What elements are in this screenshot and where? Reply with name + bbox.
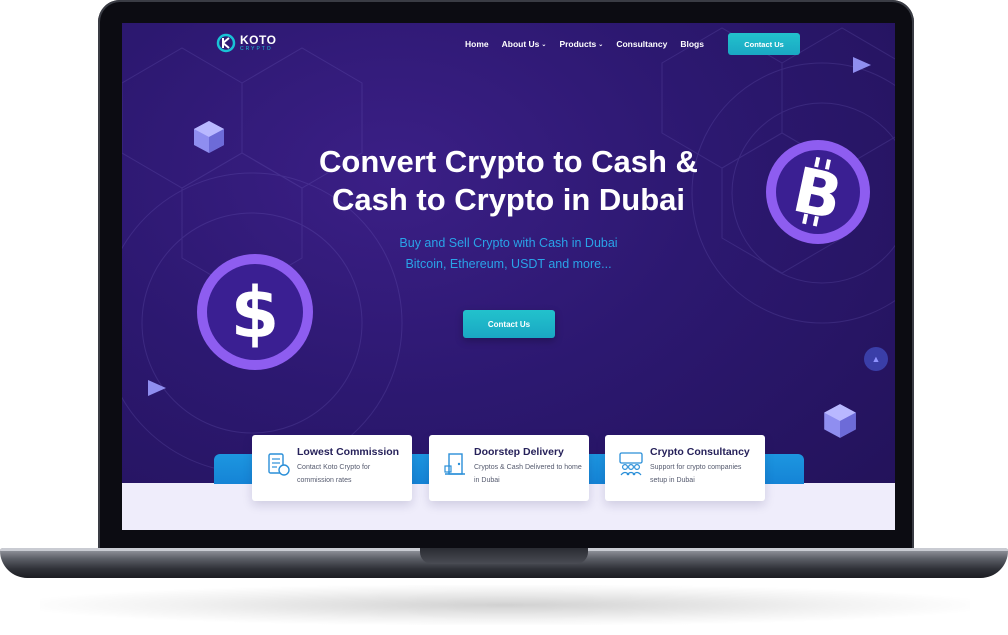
feature-title: Crypto Consultancy xyxy=(650,446,750,458)
hero-title-line: Cash to Crypto in Dubai xyxy=(331,182,686,217)
feature-description: Contact Koto Crypto for commission rates xyxy=(297,464,371,484)
nav-label: Blogs xyxy=(680,39,704,49)
feature-description: Support for crypto companies setup in Du… xyxy=(650,464,742,484)
feature-card-lowest-commission[interactable]: Lowest Commission Contact Koto Crypto fo… xyxy=(252,435,412,501)
triangle-icon xyxy=(853,57,871,73)
feature-title: Lowest Commission xyxy=(297,446,400,458)
hero-subtitle: Buy and Sell Crypto with Cash in Dubai B… xyxy=(322,233,695,275)
hero-subtitle-line: Buy and Sell Crypto with Cash in Dubai xyxy=(399,236,618,250)
hero-title: Convert Crypto to Cash & Cash to Crypto … xyxy=(272,143,745,219)
nav-label: Products xyxy=(559,39,597,49)
feature-card-crypto-consultancy[interactable]: Crypto Consultancy Support for crypto co… xyxy=(605,435,765,501)
laptop-notch xyxy=(420,548,588,564)
nav-label: Consultancy xyxy=(616,39,668,49)
website-screen: KOTO CRYPTO Home About Us ⌄ Products ⌄ C… xyxy=(122,23,895,530)
nav-label: Home xyxy=(465,39,489,49)
hero-title-line: Convert Crypto to Cash & xyxy=(319,144,698,179)
header-contact-button[interactable]: Contact Us xyxy=(728,33,800,55)
door-icon xyxy=(444,453,465,475)
scroll-to-top-icon[interactable]: ▲ xyxy=(864,347,888,371)
nav-item-consultancy[interactable]: Consultancy xyxy=(616,39,667,49)
nav-item-blogs[interactable]: Blogs xyxy=(680,39,704,49)
logo-name: KOTO xyxy=(240,33,277,47)
team-icon xyxy=(619,452,643,476)
logo[interactable]: KOTO CRYPTO xyxy=(216,32,276,54)
document-icon xyxy=(268,453,290,476)
nav-item-about-us[interactable]: About Us ⌄ xyxy=(502,39,547,49)
logo-icon xyxy=(216,33,236,53)
feature-card-doorstep-delivery[interactable]: Doorstep Delivery Cryptos & Cash Deliver… xyxy=(429,435,589,501)
logo-subtitle: CRYPTO xyxy=(240,46,273,52)
feature-description: Cryptos & Cash Delivered to home in Duba… xyxy=(474,464,582,484)
laptop-shadow xyxy=(40,585,970,625)
nav-item-home[interactable]: Home xyxy=(465,39,489,49)
triangle-icon xyxy=(148,380,166,396)
main-nav: Home About Us ⌄ Products ⌄ Consultancy B… xyxy=(465,39,717,49)
dollar-coin-icon: $ xyxy=(197,254,313,370)
hero-contact-button[interactable]: Contact Us xyxy=(463,310,555,338)
feature-title: Doorstep Delivery xyxy=(474,446,564,458)
bitcoin-coin-icon: B xyxy=(766,140,870,244)
nav-label: About Us xyxy=(501,39,540,49)
hero-subtitle-line: Bitcoin, Ethereum, USDT and more... xyxy=(405,257,612,271)
chevron-down-icon: ⌄ xyxy=(541,41,547,48)
site-header: KOTO CRYPTO Home About Us ⌄ Products ⌄ C… xyxy=(122,23,895,67)
cube-icon xyxy=(824,404,856,438)
chevron-down-icon: ⌄ xyxy=(598,41,604,48)
cube-icon xyxy=(194,121,224,153)
nav-item-products[interactable]: Products ⌄ xyxy=(559,39,603,49)
svg-text:$: $ xyxy=(231,272,280,354)
